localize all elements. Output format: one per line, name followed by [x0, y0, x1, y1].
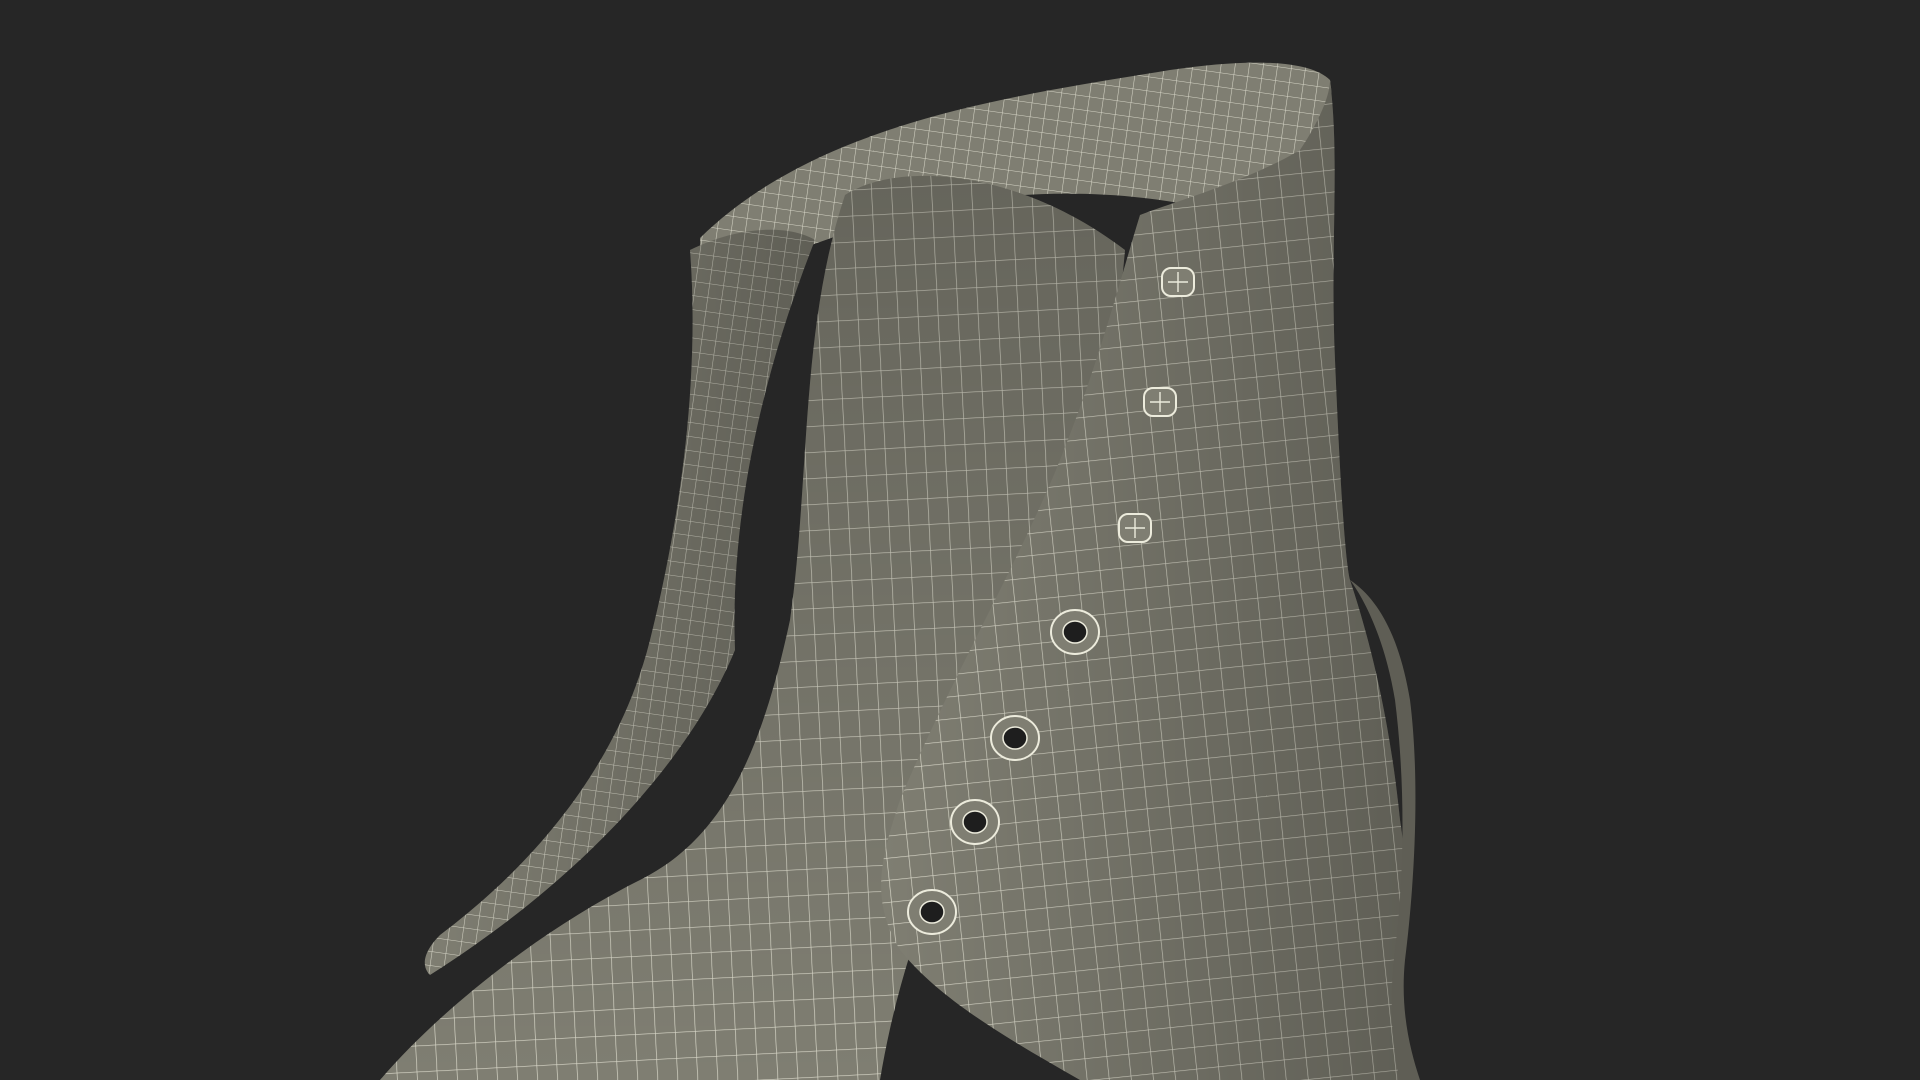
boot-wireframe-render [380, 62, 1420, 1080]
eyelet [950, 799, 1000, 845]
speed-hook [1143, 387, 1177, 417]
speed-hook [1118, 513, 1152, 543]
speed-hook [1161, 267, 1195, 297]
eyelet [1050, 609, 1100, 655]
eyelet [990, 715, 1040, 761]
render-viewport [0, 0, 1920, 1080]
eyelet [907, 889, 957, 935]
